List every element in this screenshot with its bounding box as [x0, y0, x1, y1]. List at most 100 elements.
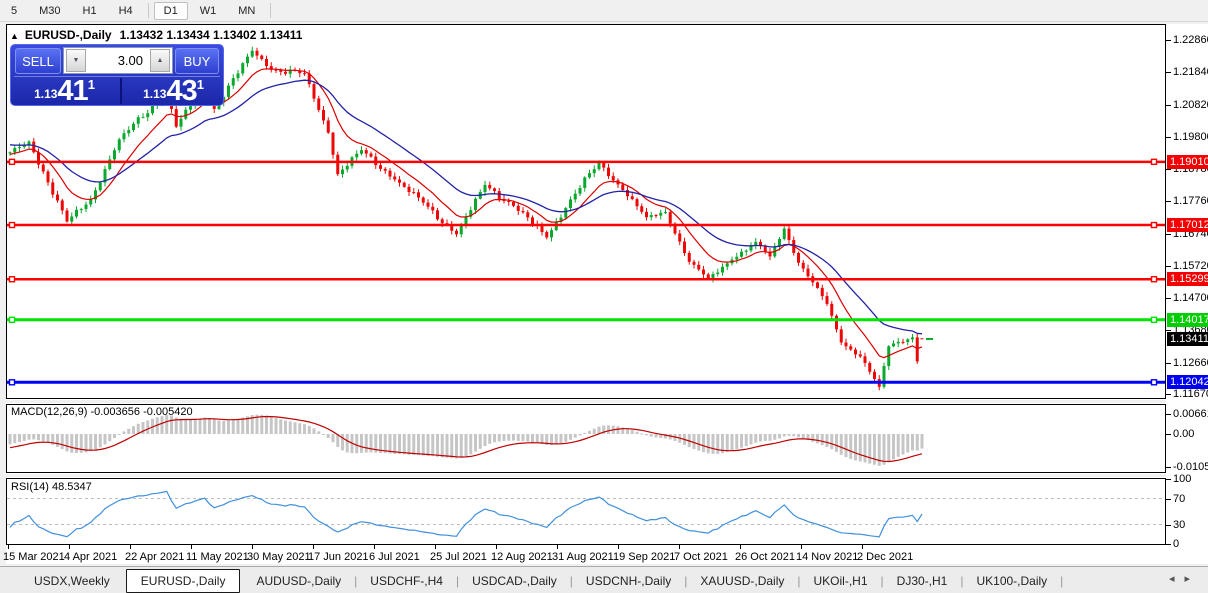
ohlc-readout: 1.13432 1.13434 1.13402 1.13411 — [119, 28, 303, 42]
date-axis-label: 4 Apr 2021 — [64, 551, 118, 563]
date-axis-label: 14 Nov 2021 — [796, 551, 859, 563]
date-axis-tick — [557, 545, 558, 549]
date-axis-label: 25 Jul 2021 — [430, 551, 487, 563]
buy-button[interactable]: BUY — [175, 48, 219, 74]
macd-axis-label: -0.010595 — [1173, 460, 1208, 473]
buy-price-sup: 1 — [196, 77, 204, 92]
toolbar-separator — [270, 3, 272, 18]
tab-scroll-arrows: ◂▸ — [1169, 572, 1200, 585]
chart-tab-usdchf-h4[interactable]: USDCHF-,H4 — [358, 570, 455, 592]
date-axis-tick — [130, 545, 131, 549]
date-axis-label: 11 May 2021 — [186, 551, 249, 563]
date-axis-tick — [862, 545, 863, 549]
level-price-badge: 1.17012 — [1167, 218, 1208, 233]
chart-tab-dj30-h1[interactable]: DJ30-,H1 — [885, 570, 960, 592]
sell-price-small: 1.13 — [34, 87, 58, 101]
macd-label: MACD(12,26,9) -0.003656 -0.005420 — [11, 406, 193, 418]
chart-tab-audusd-daily[interactable]: AUDUSD-,Daily — [244, 570, 353, 592]
date-axis-tick — [252, 545, 253, 549]
current-price-badge: 1.13411 — [1167, 331, 1208, 346]
price-axis-tick — [1166, 362, 1171, 364]
sell-price-sup: 1 — [87, 77, 95, 92]
price-axis-tick — [1166, 394, 1171, 396]
date-axis-tick — [496, 545, 497, 549]
level-price-badge: 1.15299 — [1167, 272, 1208, 287]
sell-button[interactable]: SELL — [15, 48, 61, 74]
rsi-axis-tick — [1166, 524, 1171, 526]
price-axis-tick — [1166, 104, 1171, 106]
date-axis-tick — [435, 545, 436, 549]
panel-splitter[interactable] — [6, 474, 1166, 477]
sell-price-display[interactable]: 1.13411 — [13, 77, 116, 106]
date-axis-tick — [191, 545, 192, 549]
buy-price-big: 43 — [166, 75, 197, 107]
date-axis-tick — [618, 545, 619, 549]
macd-axis-label: 0.00 — [1173, 428, 1195, 440]
timeframe-button-w1[interactable]: W1 — [190, 2, 227, 20]
chart-tab-usdcad-daily[interactable]: USDCAD-,Daily — [460, 570, 569, 592]
price-axis-tick — [1166, 201, 1171, 203]
chart-tab-bar: USDX,Weekly EURUSD-,Daily AUDUSD-,Daily | US… — [0, 566, 1208, 593]
chart-tab-ukoil-h1[interactable]: UKOil-,H1 — [802, 570, 880, 592]
volume-spinner: ▼ ▲ — [63, 47, 173, 74]
rsi-chart-canvas[interactable] — [6, 478, 1166, 545]
date-axis-label: 19 Sep 2021 — [613, 551, 676, 563]
timeframe-button-m30[interactable]: M30 — [29, 2, 70, 20]
tab-scroll-left-icon[interactable]: ◂ — [1169, 573, 1185, 585]
timeframe-button-h4[interactable]: H4 — [109, 2, 143, 20]
date-axis-label: 7 Oct 2021 — [674, 551, 728, 563]
rsi-axis-tick — [1166, 479, 1171, 480]
date-axis-tick — [8, 545, 9, 549]
date-axis-label: 6 Jul 2021 — [369, 551, 420, 563]
rsi-axis-label: 30 — [1173, 518, 1186, 531]
chart-tab-xauusd-daily[interactable]: XAUUSD-,Daily — [688, 570, 796, 592]
timeframe-button-mn[interactable]: MN — [228, 2, 265, 20]
rsi-axis-tick — [1166, 498, 1171, 500]
rsi-axis-label: 100 — [1173, 473, 1192, 485]
tab-separator: | — [880, 573, 884, 588]
chart-tab-usdcnh-daily[interactable]: USDCNH-,Daily — [574, 570, 683, 592]
price-axis-tick — [1166, 265, 1171, 267]
timeframe-button-h1[interactable]: H1 — [73, 2, 107, 20]
date-axis-tick — [801, 545, 802, 549]
toolbar-separator — [147, 3, 149, 18]
chart-tab-uk100-daily[interactable]: UK100-,Daily — [964, 570, 1059, 592]
tab-scroll-right-icon[interactable]: ▸ — [1184, 573, 1200, 585]
volume-input[interactable] — [88, 52, 148, 69]
tab-separator: | — [960, 573, 964, 588]
timeframe-toolbar: 5 M30 H1 H4 D1 W1 MN — [0, 0, 1208, 22]
macd-axis-tick — [1166, 434, 1171, 435]
trading-terminal: 5 M30 H1 H4 D1 W1 MN ▲ EURUSD-,Daily 1.13432 1.1… — [0, 0, 1208, 593]
price-axis-tick — [1166, 169, 1171, 171]
date-axis-label: 26 Oct 2021 — [735, 551, 795, 563]
price-axis-label: 1.17760 — [1173, 195, 1208, 208]
price-axis-label: 1.11670 — [1173, 388, 1208, 401]
buy-price-small: 1.13 — [143, 87, 167, 101]
collapse-panel-icon[interactable]: ▲ — [10, 31, 19, 41]
tab-separator: | — [455, 573, 460, 588]
price-axis-label: 1.19800 — [1173, 130, 1208, 143]
timeframe-button-5[interactable]: 5 — [1, 2, 27, 20]
chart-tab-usdx-weekly[interactable]: USDX,Weekly — [22, 570, 122, 592]
level-price-badge: 1.14017 — [1167, 312, 1208, 327]
tab-separator: | — [569, 573, 573, 588]
level-price-badge: 1.12042 — [1167, 375, 1208, 390]
tab-separator: | — [1060, 573, 1064, 588]
date-axis-label: 22 Apr 2021 — [125, 551, 185, 563]
chart-tab-eurusd-daily[interactable]: EURUSD-,Daily — [125, 568, 241, 593]
date-axis-label: 17 Jun 2021 — [308, 551, 369, 563]
date-axis-label: 15 Mar 2021 — [3, 551, 65, 563]
buy-price-display[interactable]: 1.13431 — [120, 75, 225, 107]
macd-axis-tick — [1166, 413, 1171, 415]
date-axis-tick — [679, 545, 680, 549]
panel-splitter[interactable] — [6, 400, 1166, 403]
price-axis-tick — [1166, 233, 1171, 235]
rsi-label: RSI(14) 48.5347 — [11, 481, 92, 493]
price-axis-tick — [1166, 136, 1171, 138]
timeframe-button-d1[interactable]: D1 — [153, 1, 188, 20]
price-axis-label: 1.22860 — [1173, 34, 1208, 46]
tab-separator: | — [684, 573, 688, 588]
volume-increase-button[interactable]: ▲ — [150, 49, 170, 72]
volume-decrease-button[interactable]: ▼ — [66, 49, 86, 72]
price-axis-label: 1.21840 — [1173, 66, 1208, 79]
